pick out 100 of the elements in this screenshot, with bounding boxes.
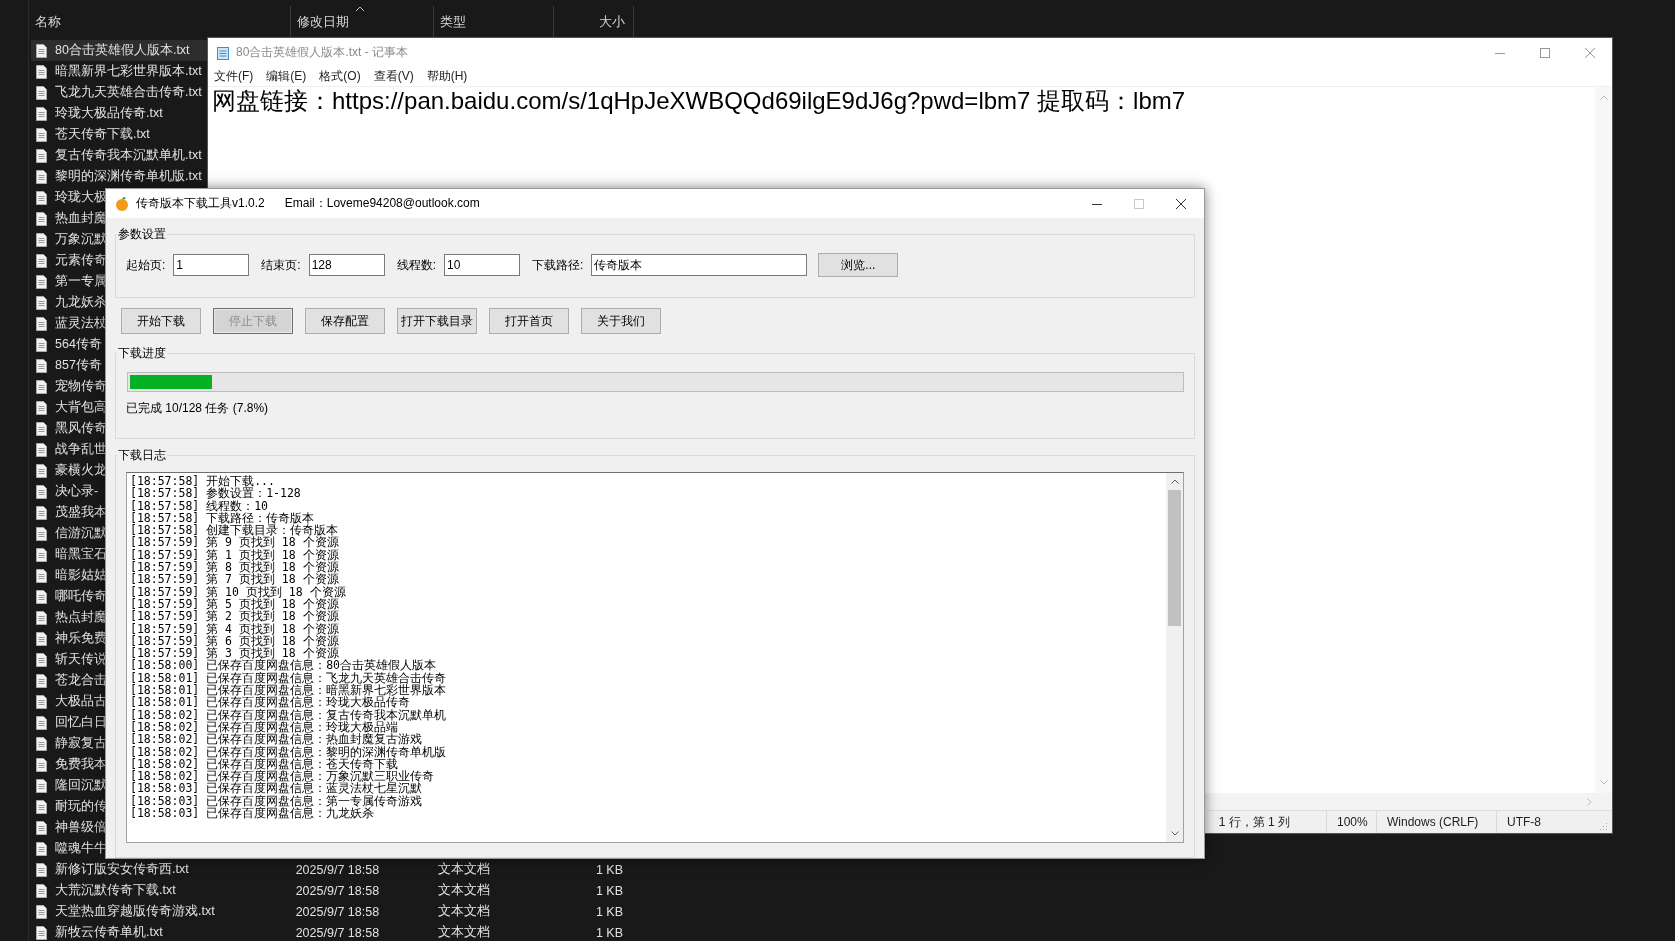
notepad-icon <box>216 45 230 60</box>
document-icon <box>36 463 47 478</box>
file-name[interactable]: 玲珑大极 <box>55 189 107 206</box>
file-name[interactable]: 大荒沉默传奇下载.txt <box>55 882 176 899</box>
document-icon <box>36 547 47 562</box>
app-icon <box>114 195 130 212</box>
file-name[interactable]: 564传奇 <box>55 336 102 353</box>
resize-grip-icon[interactable] <box>1600 822 1608 830</box>
action-button[interactable]: 开始下载 <box>121 308 201 334</box>
file-date: 2025/9/7 18:58 <box>295 883 380 898</box>
field-label: 起始页: <box>126 256 166 274</box>
log-line: [18:57:58] 参数设置：1-128 <box>130 487 302 500</box>
document-icon <box>36 862 47 877</box>
log-line: [18:57:58] 下载路径：传奇版本 <box>130 511 315 525</box>
file-name[interactable]: 复古传奇我本沉默单机.txt <box>55 147 202 164</box>
file-name[interactable]: 黑风传奇 <box>55 420 107 437</box>
email-text: Email：Loveme94208@outlook.com <box>284 195 480 212</box>
maximize-icon[interactable] <box>1540 47 1550 58</box>
file-name[interactable]: 神兽级倍 <box>55 819 107 836</box>
file-name[interactable]: 大极品古 <box>55 693 107 710</box>
file-name[interactable]: 暗黑新界七彩世界版本.txt <box>55 63 202 80</box>
input-field[interactable]: 128 <box>308 254 385 276</box>
menu-item[interactable]: 帮助(H) <box>426 68 468 85</box>
scroll-thumb[interactable] <box>1168 490 1181 626</box>
file-name[interactable]: 信游沉默 <box>55 525 107 542</box>
action-button[interactable]: 打开首页 <box>489 308 569 334</box>
file-name[interactable]: 暗黑宝石 <box>55 546 107 563</box>
file-name[interactable]: 玲珑大极品传奇.txt <box>55 105 163 122</box>
action-button[interactable]: 打开下载目录 <box>397 308 477 334</box>
log-line: [18:57:58] 线程数：10 <box>130 499 268 512</box>
file-name[interactable]: 热血封魔 <box>55 210 107 227</box>
document-icon <box>36 589 47 604</box>
file-name[interactable]: 静寂复古 <box>55 735 107 752</box>
file-name[interactable]: 万象沉默 <box>55 231 107 248</box>
action-button[interactable]: 保存配置 <box>305 308 385 334</box>
log-line: [18:58:01] 已保存百度网盘信息：暗黑新界七彩世界版本 <box>130 684 448 697</box>
scroll-down-icon[interactable] <box>1170 831 1179 836</box>
status-text: 1 行，第 1 列 <box>1217 813 1291 831</box>
log-line: [18:58:03] 已保存百度网盘信息：蓝灵法杖七星沉默 <box>130 782 423 795</box>
file-size: 1 KB <box>595 925 623 940</box>
file-name[interactable]: 噬魂牛牛 <box>55 840 107 857</box>
log-line: [18:58:00] 已保存百度网盘信息：80合击英雄假人版本 <box>130 659 436 672</box>
input-field[interactable]: 10 <box>444 254 521 276</box>
status-text: UTF-8 <box>1496 811 1600 833</box>
file-name[interactable]: 黎明的深渊传奇单机版.txt <box>55 168 202 185</box>
file-name[interactable]: 元素传奇 <box>55 252 107 269</box>
column-header[interactable]: 大小 <box>599 13 625 31</box>
file-name[interactable]: 苍龙合击 <box>55 672 107 689</box>
column-header[interactable]: 修改日期 <box>297 13 349 31</box>
log-line: [18:57:59] 第 9 页找到 18 个资源 <box>130 536 340 549</box>
window-title: 传奇版本下载工具v1.0.2 <box>136 195 265 212</box>
file-name[interactable]: 耐玩的传 <box>55 798 107 815</box>
file-name[interactable]: 857传奇 <box>55 357 102 374</box>
document-icon <box>36 316 47 331</box>
file-name[interactable]: 苍天传奇下载.txt <box>55 126 150 143</box>
document-icon <box>36 127 47 142</box>
status-text: 100% <box>1326 811 1376 833</box>
document-icon <box>36 64 47 79</box>
file-name[interactable]: 飞龙九天英雄合击传奇.txt <box>55 84 202 101</box>
file-name[interactable]: 回忆白日 <box>55 714 107 731</box>
vertical-scrollbar[interactable] <box>1166 473 1183 842</box>
file-name[interactable]: 决心录- <box>55 483 99 500</box>
scroll-up-icon[interactable] <box>1170 479 1179 484</box>
file-name[interactable]: 新牧云传奇单机.txt <box>55 924 163 941</box>
status-text: Windows (CRLF) <box>1376 811 1496 833</box>
browse-button[interactable]: 浏览... <box>818 253 899 277</box>
menu-item[interactable]: 格式(O) <box>319 68 361 85</box>
document-icon <box>36 715 47 730</box>
column-header[interactable]: 类型 <box>440 13 466 31</box>
log-line: [18:58:03] 已保存百度网盘信息：第一专属传奇游戏 <box>130 794 424 807</box>
file-name[interactable]: 新修订版安女传奇西.txt <box>55 861 189 878</box>
document-icon <box>36 505 47 520</box>
column-header[interactable]: 名称 <box>35 13 61 31</box>
document-icon <box>36 442 47 457</box>
input-field[interactable]: 传奇版本 <box>591 254 808 276</box>
file-size: 1 KB <box>595 904 623 919</box>
menu-item[interactable]: 编辑(E) <box>266 68 307 85</box>
file-name[interactable]: 战争乱世 <box>55 441 107 458</box>
file-name[interactable]: 热点封魔 <box>55 609 107 626</box>
log-line: [18:58:03] 已保存百度网盘信息：九龙妖杀 <box>130 807 375 820</box>
input-field[interactable]: 1 <box>173 254 250 276</box>
document-icon <box>36 631 47 646</box>
file-name[interactable]: 天堂热血穿越版传奇游戏.txt <box>55 903 215 920</box>
menu-item[interactable]: 文件(F) <box>214 68 254 85</box>
document-icon <box>36 925 47 940</box>
field-label: 下载路径: <box>532 256 584 274</box>
close-icon[interactable] <box>1176 198 1186 209</box>
window-title: 80合击英雄假人版本.txt - 记事本 <box>236 44 408 61</box>
scroll-right-icon[interactable] <box>1587 797 1592 806</box>
file-name[interactable]: 宠物传奇 <box>55 378 107 395</box>
action-button[interactable]: 关于我们 <box>581 308 661 334</box>
log-line: [18:58:02] 已保存百度网盘信息：苍天传奇下载 <box>130 757 399 771</box>
menu-item[interactable]: 查看(V) <box>373 68 414 85</box>
document-icon <box>36 274 47 289</box>
log-line: [18:57:59] 第 3 页找到 18 个资源 <box>130 647 339 660</box>
group-label: 参数设置 <box>117 226 167 243</box>
file-name[interactable]: 蓝灵法杖 <box>55 315 107 332</box>
file-name[interactable]: 哪吒传奇 <box>55 588 107 605</box>
log-line: [18:57:59] 第 1 页找到 18 个资源 <box>130 548 340 562</box>
file-name[interactable]: 隆回沉默 <box>55 777 107 794</box>
